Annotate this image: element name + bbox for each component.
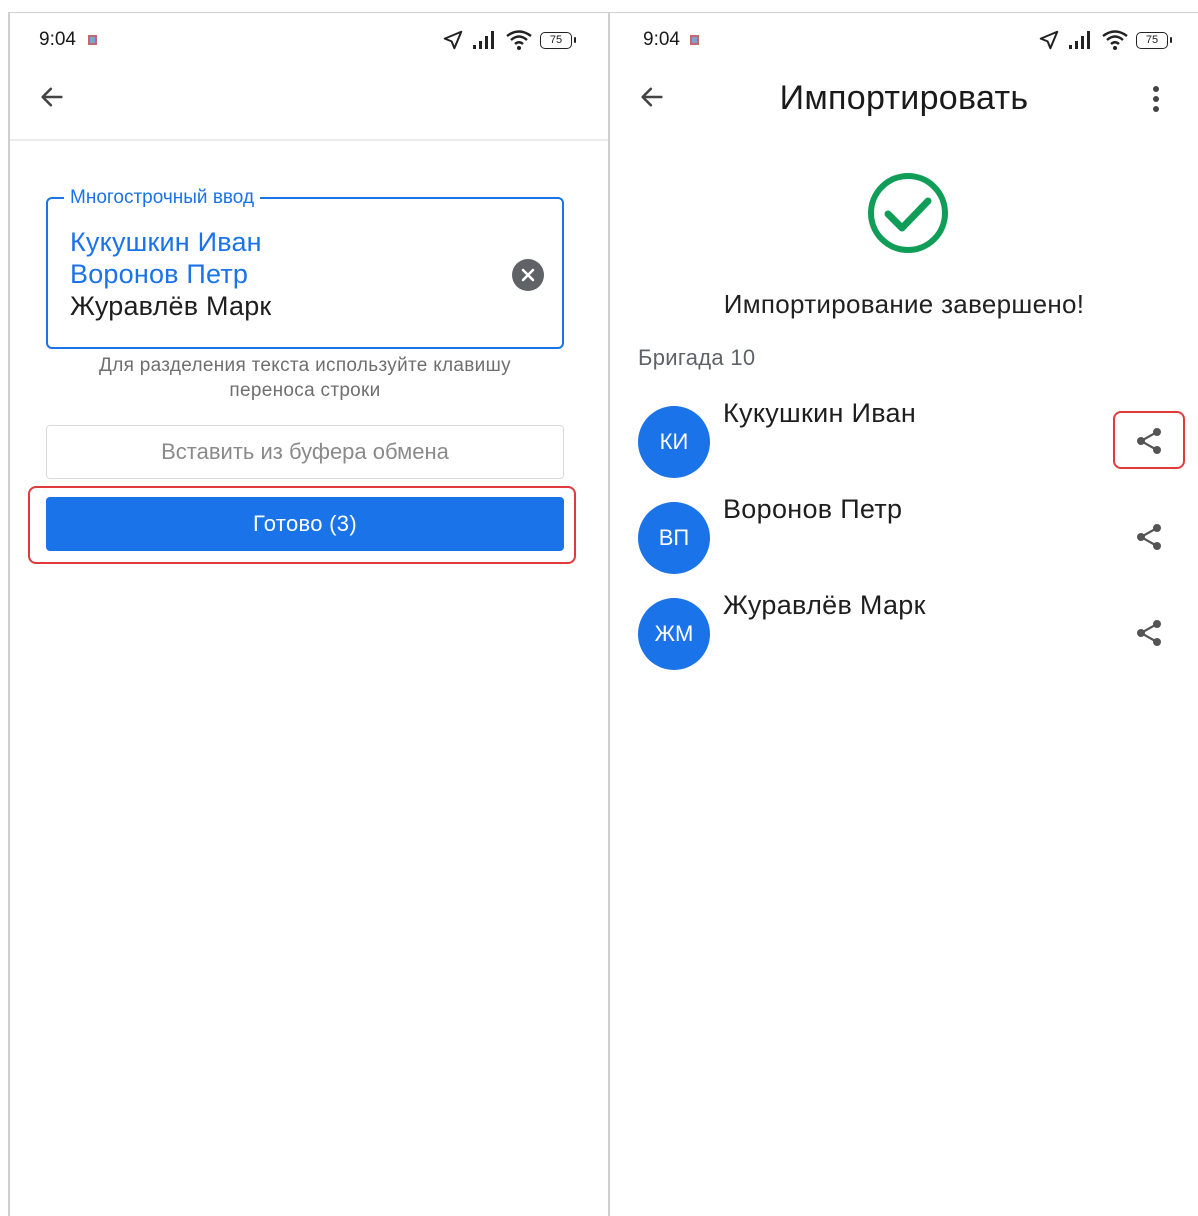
contact-name: Кукушкин Иван xyxy=(723,398,917,428)
status-icons: 75 xyxy=(442,29,576,51)
status-icons: 75 xyxy=(1038,29,1172,51)
location-arrow-icon xyxy=(1039,30,1059,50)
arrow-left-icon xyxy=(41,87,63,107)
contact-name: Воронов Петр xyxy=(723,494,903,524)
field-line: Журавлёв Марк xyxy=(70,291,272,321)
done-button[interactable]: Готово (3) xyxy=(46,497,564,551)
status-time: 9:04 xyxy=(39,29,76,50)
highlight-frame xyxy=(1113,411,1185,469)
field-line: Воронов Петр xyxy=(70,259,249,289)
status-bar: 9:04 75 xyxy=(610,13,1198,65)
status-time: 9:04 xyxy=(643,29,680,50)
helper-text-line: Для разделения текста используйте клавиш… xyxy=(99,355,511,376)
import-complete-message: Импортирование завершено! xyxy=(723,289,1085,319)
field-line: Кукушкин Иван xyxy=(70,227,262,257)
back-button[interactable] xyxy=(34,79,70,115)
import-result-screen: 9:04 75 Импортировать Импортирование зав… xyxy=(608,12,1198,1216)
more-vert-icon xyxy=(1153,86,1159,112)
battery-icon: 75 xyxy=(1136,31,1172,49)
app-notification-icon xyxy=(88,35,97,45)
contact-item: ЖМ Журавлёв Марк xyxy=(610,590,1198,678)
page-title: Импортировать xyxy=(779,79,1029,117)
more-options-button[interactable] xyxy=(1138,81,1174,117)
wifi-icon xyxy=(1102,30,1128,50)
group-title: Бригада 10 xyxy=(638,345,756,370)
share-button[interactable] xyxy=(1128,612,1170,654)
status-bar: 9:04 75 xyxy=(10,13,608,65)
share-icon xyxy=(1137,620,1161,646)
share-button[interactable] xyxy=(1128,516,1170,558)
contact-item: КИ Кукушкин Иван xyxy=(610,398,1198,486)
paste-from-clipboard-button[interactable]: Вставить из буфера обмена xyxy=(46,425,564,479)
check-circle-icon xyxy=(868,173,948,253)
contact-item: ВП Воронов Петр xyxy=(610,494,1198,582)
signal-icon xyxy=(473,31,494,49)
helper-text-line: переноса строки xyxy=(229,380,381,401)
app-bar xyxy=(10,65,608,141)
app-bar: Импортировать xyxy=(610,65,1198,139)
app-notification-icon xyxy=(690,35,699,45)
multiline-input-field[interactable]: Многострочный ввод Кукушкин Иван Воронов… xyxy=(46,187,564,349)
field-label: Многострочный ввод xyxy=(64,187,261,209)
wifi-icon xyxy=(506,30,532,50)
clear-button[interactable] xyxy=(512,259,544,291)
avatar: ЖМ xyxy=(638,598,710,670)
avatar: ВП xyxy=(638,502,710,574)
share-icon xyxy=(1137,524,1161,550)
battery-icon: 75 xyxy=(540,31,576,49)
clear-circle-icon xyxy=(521,268,535,282)
contact-name: Журавлёв Марк xyxy=(723,590,926,620)
signal-icon xyxy=(1069,31,1090,49)
avatar: КИ xyxy=(638,406,710,478)
location-arrow-icon xyxy=(443,30,463,50)
multiline-input-screen: 9:04 75 Многострочный ввод Кукушкин Иван… xyxy=(8,12,608,1216)
